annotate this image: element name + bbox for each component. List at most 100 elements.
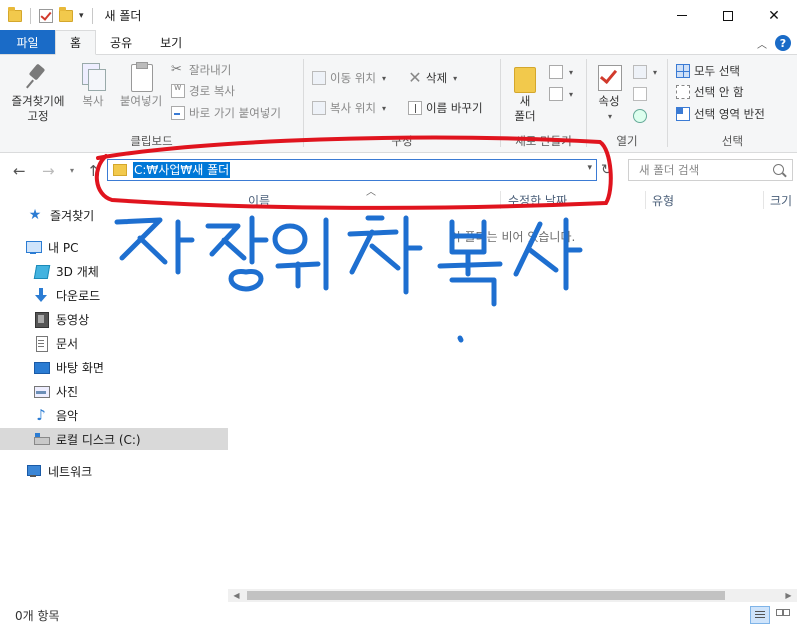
sidebar-item-pictures[interactable]: 사진 [0, 380, 228, 402]
open-group: 속성 ▾ ▾ 열기 [587, 55, 667, 153]
delete-button[interactable]: ✕ 삭제 ▾ [408, 69, 457, 87]
sidebar-item-3d-objects[interactable]: 3D 개체 [0, 260, 228, 282]
address-path[interactable]: C:₩사업₩새 폴더 [133, 162, 231, 178]
invert-selection-button[interactable]: 선택 영역 반전 [676, 105, 765, 123]
copy-path-button[interactable]: 경로 복사 [171, 82, 235, 100]
sidebar-item-label: 다운로드 [56, 288, 101, 303]
column-header-date-modified[interactable]: 수정한 날짜 [508, 189, 567, 211]
properties-quick-icon[interactable] [39, 8, 53, 23]
pin-to-quick-access-button[interactable]: 즐겨찾기에 고정 [6, 61, 70, 124]
select-none-button[interactable]: 선택 안 함 [676, 83, 744, 101]
rename-button[interactable]: 이름 바꾸기 [408, 99, 483, 117]
scroll-right-icon[interactable]: ▶ [780, 589, 797, 602]
new-folder-button[interactable]: 새 폴더 [507, 61, 543, 124]
help-icon[interactable]: ? [775, 35, 791, 51]
clipboard-group-label: 클립보드 [130, 134, 173, 148]
tab-file[interactable]: 파일 [0, 30, 55, 54]
objects3d-icon [33, 263, 49, 279]
select-group: 모두 선택 선택 안 함 선택 영역 반전 선택 [668, 55, 797, 153]
back-arrow-icon[interactable]: ← [13, 162, 26, 180]
tab-home[interactable]: 홈 [55, 30, 97, 55]
rename-label: 이름 바꾸기 [426, 101, 483, 115]
details-view-icon[interactable] [750, 606, 770, 624]
collapse-ribbon-chevron-icon[interactable]: ︿ [757, 36, 767, 51]
edit-icon [633, 87, 647, 101]
sidebar-item-downloads[interactable]: 다운로드 [0, 284, 228, 306]
recent-locations-chevron-icon[interactable]: ▾ [70, 166, 74, 175]
select-all-button[interactable]: 모두 선택 [676, 62, 740, 80]
empty-folder-message: 이 폴더는 비어 있습니다. [449, 230, 576, 244]
chevron-down-icon: ▾ [569, 89, 574, 99]
rename-icon [408, 101, 422, 115]
cut-button[interactable]: ✂ 잘라내기 [171, 61, 231, 79]
sidebar-item-this-pc[interactable]: 내 PC [0, 236, 228, 258]
window-controls: ✕ [659, 0, 797, 31]
pin-label-line1: 즐겨찾기에 [11, 94, 65, 108]
large-icons-view-icon[interactable] [772, 606, 792, 624]
properties-icon [594, 61, 624, 91]
sidebar-item-label: 즐겨찾기 [50, 208, 95, 223]
customize-quick-access-dropdown[interactable]: ▾ [79, 11, 84, 21]
network-icon [25, 463, 41, 479]
paste-shortcut-button[interactable]: 바로 가기 붙여넣기 [171, 104, 281, 122]
up-arrow-icon[interactable]: ↑ [87, 162, 100, 180]
copy-to-icon [312, 101, 326, 115]
scrollbar-thumb[interactable] [247, 591, 725, 600]
invert-selection-icon [676, 107, 690, 121]
horizontal-scrollbar[interactable]: ◀ ▶ [228, 589, 797, 602]
select-none-icon [676, 85, 690, 99]
sidebar-item-label: 사진 [56, 384, 79, 399]
forward-arrow-icon[interactable]: → [42, 162, 55, 180]
sidebar-item-quick-access[interactable]: ★ 즐겨찾기 [0, 204, 228, 226]
address-dropdown-chevron-icon[interactable]: ▾ [587, 163, 592, 173]
scissors-icon: ✂ [171, 62, 182, 77]
column-header-size[interactable]: 크기 [770, 189, 792, 211]
sidebar-item-documents[interactable]: 문서 [0, 332, 228, 354]
new-folder-label-line1: 새 [519, 94, 531, 108]
copy-button[interactable]: 복사 [75, 61, 111, 109]
minimize-icon [677, 15, 687, 16]
sidebar-item-network[interactable]: 네트워크 [0, 460, 228, 482]
file-list: ︿ 이름 수정한 날짜 유형 크기 이 폴더는 비어 있습니다. [228, 187, 797, 589]
chevron-down-icon: ▾ [569, 67, 574, 77]
window-title: 새 폴더 [104, 9, 142, 23]
organize-group: 이동 위치 ▾ 복사 위치 ▾ ✕ 삭제 ▾ 이름 바꾸기 구성 [304, 55, 500, 153]
column-header-name[interactable]: 이름 [248, 189, 270, 211]
move-to-button[interactable]: 이동 위치 ▾ [312, 69, 386, 87]
edit-button[interactable] [633, 85, 647, 103]
new-folder-quick-icon[interactable] [59, 6, 73, 22]
folder-icon [8, 6, 22, 22]
easy-access-button[interactable]: ▾ [549, 85, 573, 103]
sidebar-item-local-disk[interactable]: 로컬 디스크 (C:) [0, 428, 228, 450]
paste-button[interactable]: 붙여넣기 [114, 61, 168, 109]
copy-to-button[interactable]: 복사 위치 ▾ [312, 99, 386, 117]
divider[interactable] [645, 191, 646, 209]
tab-view[interactable]: 보기 [146, 30, 196, 54]
sidebar-item-desktop[interactable]: 바탕 화면 [0, 356, 228, 378]
open-button[interactable]: ▾ [633, 63, 657, 81]
tab-share[interactable]: 공유 [96, 30, 146, 54]
history-icon [633, 109, 647, 123]
search-input[interactable]: 새 폴더 검색 [628, 159, 793, 181]
sidebar-item-music[interactable]: ♪ 음악 [0, 404, 228, 426]
maximize-button[interactable] [705, 0, 751, 31]
history-button[interactable] [633, 107, 647, 125]
new-item-button[interactable]: ▾ [549, 63, 573, 81]
copy-icon [78, 61, 108, 91]
sidebar-item-videos[interactable]: 동영상 [0, 308, 228, 330]
copy-path-icon [171, 83, 185, 98]
address-bar[interactable]: C:₩사업₩새 폴더 ▾ [107, 159, 597, 181]
navigation-pane: ★ 즐겨찾기 내 PC 3D 개체 다운로드 동영상 문서 바탕 화면 사진 ♪… [0, 189, 228, 602]
search-placeholder: 새 폴더 검색 [639, 163, 700, 177]
minimize-button[interactable] [659, 0, 705, 31]
star-icon: ★ [28, 207, 42, 223]
close-button[interactable]: ✕ [751, 0, 797, 31]
scroll-left-icon[interactable]: ◀ [228, 589, 245, 602]
refresh-icon[interactable]: ↻ [601, 162, 613, 178]
ribbon-right-controls: ︿ ? [757, 35, 791, 51]
title-bar: ▾ 새 폴더 ✕ [0, 0, 797, 31]
column-header-type[interactable]: 유형 [652, 189, 674, 211]
divider[interactable] [500, 191, 501, 209]
divider[interactable] [763, 191, 764, 209]
properties-button[interactable]: 속성 ▾ [591, 61, 627, 124]
